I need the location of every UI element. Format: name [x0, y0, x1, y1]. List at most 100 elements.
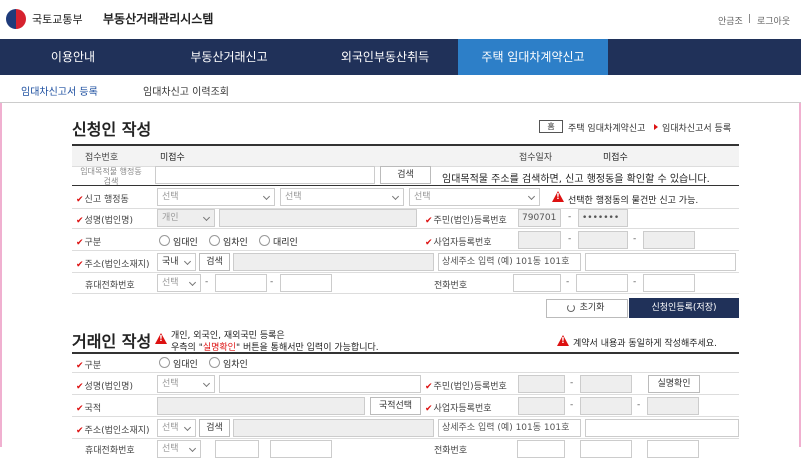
name-input[interactable] — [219, 209, 417, 227]
business-no-input-3[interactable] — [643, 231, 695, 249]
tx-radio-lessee-label: 임차인 — [223, 360, 248, 370]
rental-search-button[interactable]: 검색 — [380, 166, 431, 184]
district-select-1[interactable]: 선택 — [157, 188, 275, 206]
page-edge-left — [0, 103, 2, 447]
row-divider — [72, 228, 739, 229]
tx-mobile-mid-input[interactable] — [215, 440, 259, 458]
tx-name-label: ✔성명(법인명) — [76, 382, 133, 392]
row-divider — [72, 372, 739, 373]
row-divider — [72, 293, 739, 294]
nationality-select-button[interactable]: 국적선택 — [370, 397, 421, 415]
tx-radio-lessor[interactable] — [159, 357, 170, 368]
dash: - — [568, 234, 572, 244]
tx-address-country-select[interactable]: 선택 — [157, 419, 196, 437]
system-title[interactable]: 부동산거래관리시스템 — [103, 10, 213, 27]
row-divider — [72, 416, 739, 417]
ministry-logo-icon — [6, 9, 26, 29]
section-divider — [72, 352, 739, 354]
tx-address-input[interactable] — [233, 419, 434, 437]
dash: - — [568, 212, 572, 222]
tx-address-extra-input[interactable] — [585, 419, 739, 437]
tx-mobile-last-input[interactable] — [270, 440, 332, 458]
tx-business-no-input-2[interactable] — [580, 397, 632, 415]
receipt-date-value: 미접수 — [603, 153, 628, 163]
tx-resident-no-label: ✔주민(법인)등록번호 — [425, 382, 507, 392]
radio-lessee[interactable] — [209, 235, 220, 246]
tx-business-no-input-1[interactable] — [518, 397, 565, 415]
address-input[interactable] — [233, 253, 434, 271]
mobile-last-input[interactable] — [280, 274, 332, 292]
dash: - — [570, 378, 574, 388]
user-name: 안금조 — [718, 17, 743, 27]
phone-area-input[interactable] — [513, 274, 561, 292]
refresh-icon — [567, 304, 575, 312]
rental-search-note: 임대목적물 주소를 검색하면, 신고 행정동을 확인할 수 있습니다. — [442, 174, 710, 185]
main-nav: 이용안내 부동산거래신고 외국인부동산취득 주택 임대차계약신고 — [0, 39, 801, 75]
top-header: 국토교통부 부동산거래관리시스템 안금조 | 로그아웃 — [0, 0, 801, 39]
tx-resident-no-front-input[interactable] — [518, 375, 565, 393]
mobile-mid-input[interactable] — [215, 274, 267, 292]
tx-address-label: ✔주소(법인소재지) — [76, 426, 150, 436]
home-icon[interactable]: 홈 — [539, 120, 563, 133]
tx-phone-area-input[interactable] — [517, 440, 565, 458]
district-select-2[interactable]: 선택 — [280, 188, 404, 206]
address-extra-input[interactable] — [585, 253, 736, 271]
contract-note: 계약서 내용과 동일하게 작성해주세요. — [573, 339, 717, 349]
tx-phone-last-input[interactable] — [647, 440, 699, 458]
district-warning: 선택한 행정동의 물건만 신고 가능. — [568, 196, 699, 206]
business-no-input-2[interactable] — [578, 231, 628, 249]
breadcrumb-arrow-icon — [654, 124, 658, 130]
nav-item-guide[interactable]: 이용안내 — [0, 39, 146, 75]
logout-link[interactable]: 로그아웃 — [757, 14, 790, 27]
breadcrumb-item[interactable]: 주택 임대차계약신고 — [568, 121, 645, 134]
dash: - — [205, 277, 209, 287]
tx-phone-label: 전화번호 — [434, 446, 468, 456]
tx-phone-mid-input[interactable] — [580, 440, 632, 458]
radio-lessor[interactable] — [159, 235, 170, 246]
realname-check-button[interactable]: 실명확인 — [648, 375, 700, 393]
business-no-label: ✔사업자등록번호 — [425, 238, 492, 248]
reset-button[interactable]: 초기화 — [546, 299, 628, 318]
breadcrumb-item[interactable]: 임대차신고서 등록 — [662, 121, 731, 134]
resident-no-label: ✔주민(법인)등록번호 — [425, 216, 507, 226]
tx-resident-no-back-input[interactable] — [580, 375, 632, 393]
row-divider — [72, 394, 739, 395]
nav-item-foreigner-acquisition[interactable]: 외국인부동산취득 — [312, 39, 458, 75]
nav-item-lease-report[interactable]: 주택 임대차계약신고 — [458, 39, 608, 75]
register-applicant-button[interactable]: 신청인등록(저장) — [629, 298, 739, 318]
tx-business-no-input-3[interactable] — [647, 397, 699, 415]
subnav-lease-history[interactable]: 임대차신고 이력조회 — [143, 83, 229, 98]
dash: - — [633, 277, 637, 287]
resident-no-back-input[interactable]: ••••••• — [578, 209, 628, 227]
tx-radio-lessee[interactable] — [209, 357, 220, 368]
dash: - — [633, 234, 637, 244]
dash: - — [570, 400, 574, 410]
rental-purpose-label: 임대목적물 행정동 검색 — [80, 167, 142, 186]
tx-detail-address-input[interactable]: 상세주소 입력 (예) 101동 101호 — [438, 419, 581, 437]
phone-mid-input[interactable] — [576, 274, 628, 292]
tx-mobile-prefix-select[interactable]: 선택 — [157, 440, 201, 458]
tx-address-search-button[interactable]: 검색 — [199, 419, 230, 437]
warning-icon-mark: ! — [561, 336, 565, 345]
address-search-button[interactable]: 검색 — [199, 253, 230, 271]
district-select-3[interactable]: 선택 — [409, 188, 540, 206]
nav-item-real-estate-report[interactable]: 부동산거래신고 — [146, 39, 312, 75]
row-divider — [72, 438, 739, 439]
business-no-input-1[interactable] — [518, 231, 561, 249]
tx-name-type-select[interactable]: 선택 — [157, 375, 215, 393]
rental-purpose-input[interactable] — [155, 166, 375, 184]
address-country-select[interactable]: 국내 — [157, 253, 196, 271]
tx-business-no-label: ✔사업자등록번호 — [425, 404, 492, 414]
radio-lessee-label: 임차인 — [223, 238, 248, 248]
radio-lessor-label: 임대인 — [173, 238, 198, 248]
detail-address-input[interactable]: 상세주소 입력 (예) 101동 101호 — [438, 253, 581, 271]
resident-no-front-input[interactable]: 790701 — [518, 209, 561, 227]
tx-name-input[interactable] — [219, 375, 421, 393]
subnav-lease-register[interactable]: 임대차신고서 등록 — [21, 83, 98, 98]
transaction-section-title: 거래인 작성 — [72, 332, 152, 351]
name-type-select[interactable]: 개인 — [157, 209, 215, 227]
phone-last-input[interactable] — [643, 274, 695, 292]
nationality-input[interactable] — [157, 397, 365, 415]
radio-agent[interactable] — [259, 235, 270, 246]
mobile-prefix-select[interactable]: 선택 — [157, 274, 201, 292]
